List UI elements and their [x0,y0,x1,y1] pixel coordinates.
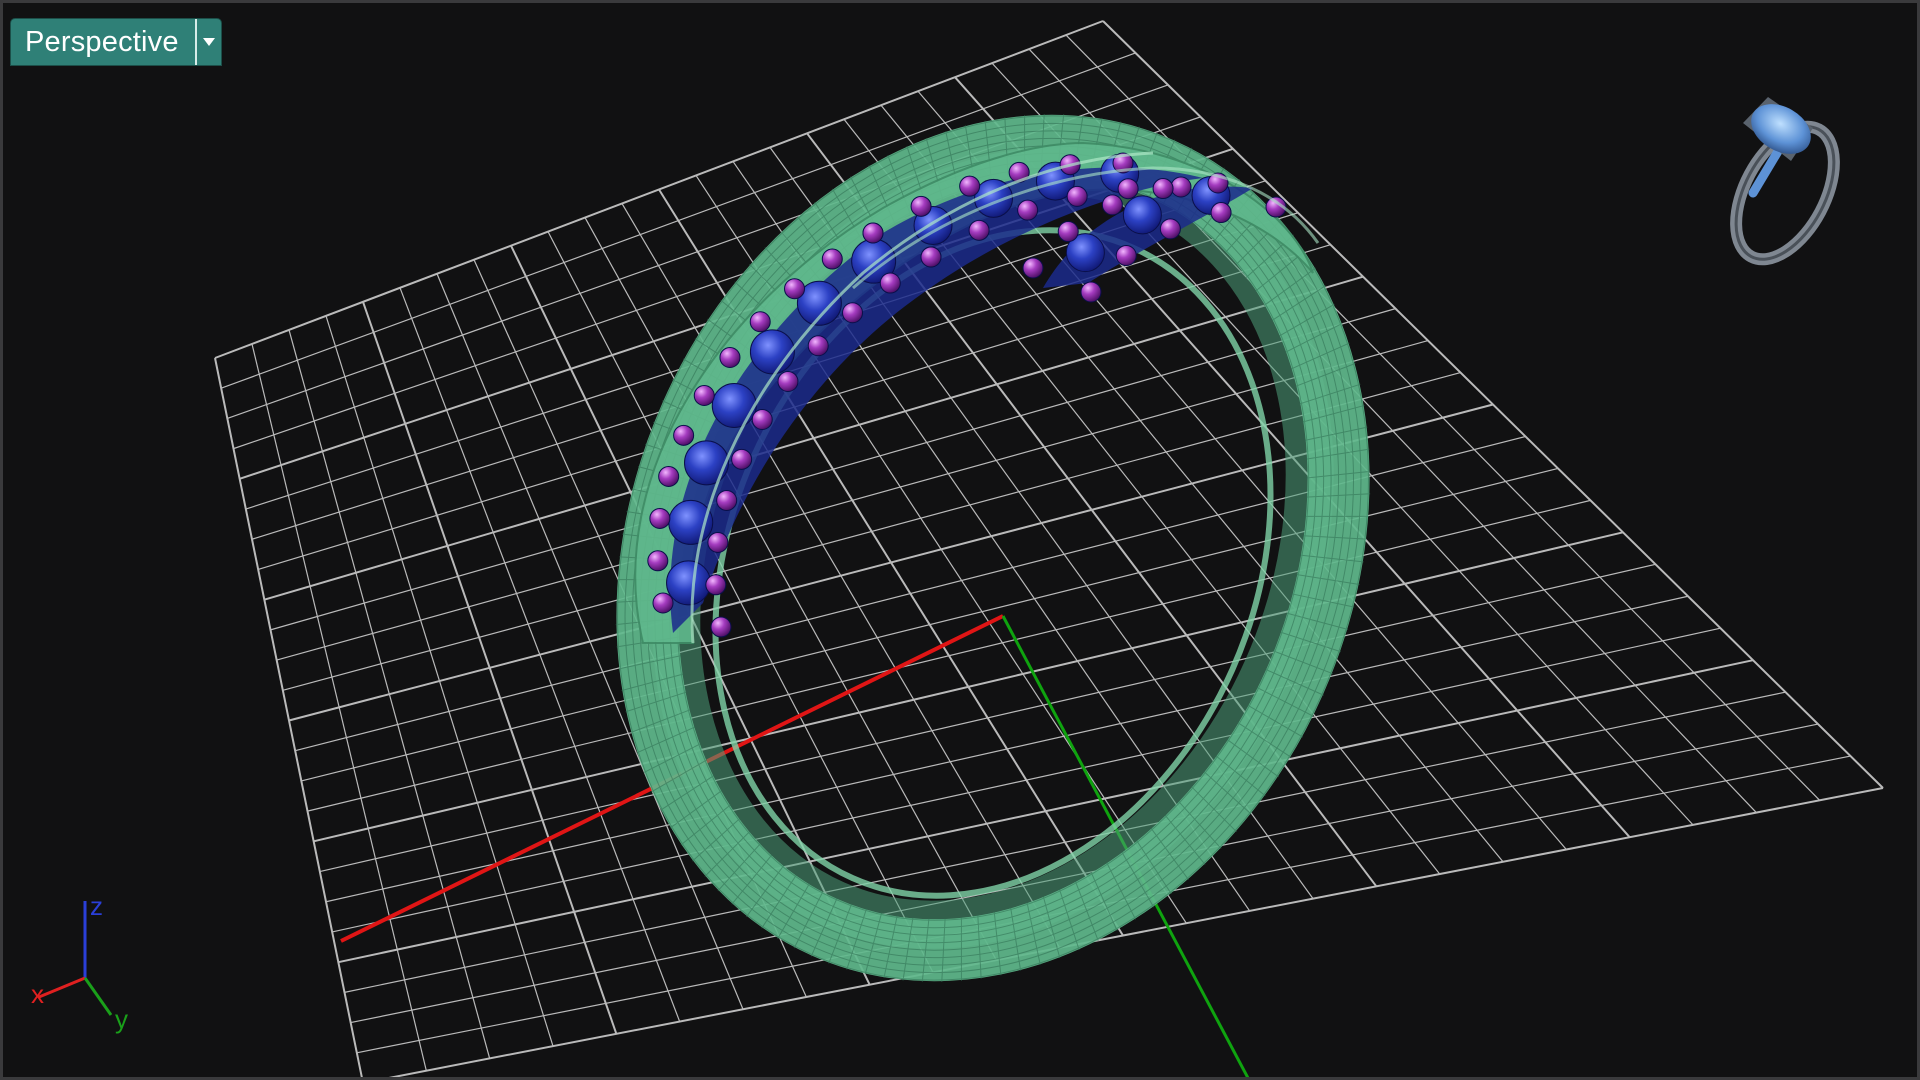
purple-stone [1080,281,1102,303]
purple-stone [649,507,671,529]
axis-x-label: x [31,979,44,1009]
purple-stone [920,246,942,268]
blue-stone [666,560,712,606]
purple-stone [1022,257,1044,279]
purple-stone [719,346,741,368]
purple-stone [731,448,753,470]
purple-stone [673,424,695,446]
purple-stone [710,616,732,638]
purple-stone [1115,245,1137,267]
purple-stone [751,409,773,430]
purple-stone [705,574,727,596]
viewport-title[interactable]: Perspective [11,19,195,65]
purple-stone [1057,221,1079,243]
purple-stone [1066,185,1088,207]
purple-stone [910,195,932,217]
purple-stone [821,248,843,270]
blue-stone [1122,195,1162,235]
purple-stone [716,489,738,511]
purple-stone [1152,178,1174,200]
axis-y-label: y [115,1004,128,1034]
purple-stone [693,385,715,406]
axis-z-label: z [90,891,103,921]
purple-stone [862,222,884,244]
viewport-scene[interactable]: z x y [3,3,1920,1080]
purple-stone [707,531,729,553]
viewport-title-tab[interactable]: Perspective [11,19,221,65]
axis-triad-icon: z x y [31,891,128,1034]
purple-stone [777,370,799,392]
ring-model[interactable] [483,3,1503,1080]
purple-stone [1170,176,1192,198]
purple-stone [749,311,771,333]
viewport-perspective[interactable]: z x y Perspective [0,0,1920,1080]
purple-stone [652,592,674,614]
purple-stone [959,175,981,197]
purple-stone [647,550,669,572]
purple-stone [1017,199,1039,221]
chevron-down-icon[interactable] [194,19,221,65]
purple-stone [658,465,680,487]
ring-preview-icon [1730,97,1840,266]
blue-stone [684,440,730,486]
purple-stone [968,219,990,241]
blue-stone [711,383,757,428]
purple-stone [1210,202,1232,224]
purple-stone [807,335,829,357]
purple-stone [842,302,864,324]
blue-stone [749,329,795,375]
purple-stone [1159,218,1181,240]
purple-stone [784,278,806,300]
purple-stone [879,272,901,294]
purple-stone [1101,194,1123,216]
purple-stone [1117,178,1139,200]
